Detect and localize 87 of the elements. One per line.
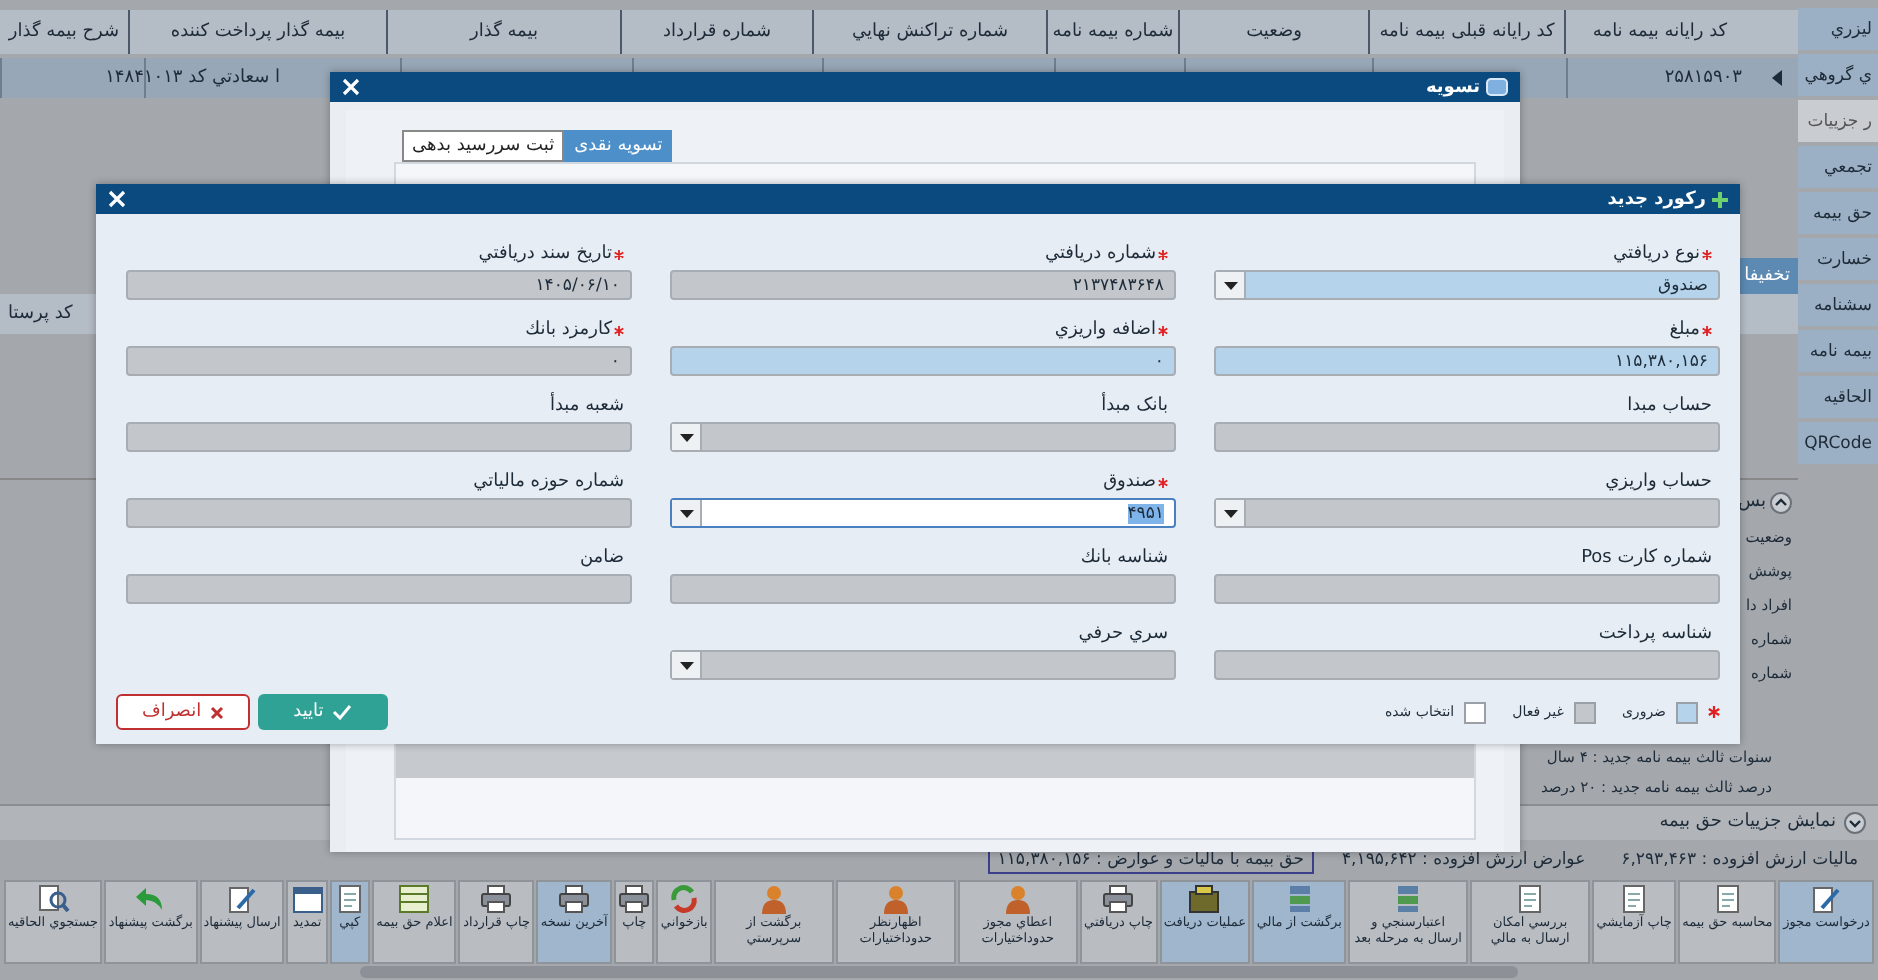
column-header[interactable]: کد پرستا bbox=[0, 294, 81, 334]
field-label: شماره کارت Pos bbox=[1581, 548, 1712, 568]
person-icon bbox=[757, 884, 790, 915]
field-label: اضافه واريزي bbox=[1054, 320, 1156, 340]
printer-icon bbox=[1102, 884, 1135, 915]
field-label: مبلغ bbox=[1669, 320, 1700, 340]
field-label: سري حرفي bbox=[1078, 624, 1168, 644]
caret-icon bbox=[679, 661, 693, 669]
sidebar-tab[interactable]: تجمعي bbox=[1798, 146, 1878, 188]
document-icon bbox=[1618, 884, 1651, 915]
sidebar-tab[interactable]: ليزري bbox=[1798, 8, 1878, 50]
field-label: نوع دريافتي bbox=[1612, 244, 1700, 264]
sidebar-tab[interactable]: ر جزييات bbox=[1798, 100, 1878, 142]
tab[interactable]: ثبت سررسيد بدهی bbox=[402, 130, 565, 162]
field-label: بانک مبدأ bbox=[1101, 396, 1168, 416]
close-icon[interactable] bbox=[108, 190, 126, 208]
printer-icon bbox=[558, 884, 591, 915]
column-header[interactable]: کد رايانه بيمه نامه bbox=[1564, 10, 1754, 54]
document-icon bbox=[1514, 884, 1547, 915]
person-icon bbox=[1001, 884, 1034, 915]
sidebar-tab[interactable]: الحاقيه bbox=[1798, 376, 1878, 418]
column-header[interactable]: وضعيت bbox=[1178, 10, 1368, 54]
cash-box-icon bbox=[1188, 884, 1221, 915]
input-field[interactable]: ۱۱۵,۳۸۰,۱۵۶ bbox=[1214, 346, 1720, 376]
close-icon[interactable] bbox=[342, 78, 360, 96]
dropdown-field[interactable]: صندوق bbox=[1214, 270, 1720, 300]
column-header[interactable]: بيمه گذار bbox=[386, 10, 620, 54]
dialog-title: تسويه bbox=[1425, 77, 1480, 97]
discount-tab[interactable]: تخفيفا bbox=[1736, 258, 1798, 294]
sidebar-tab[interactable]: QRCode bbox=[1798, 422, 1878, 464]
sidebar-tab[interactable]: ي گروهي bbox=[1798, 54, 1878, 96]
section-title: نمايش جزييات حق بيمه bbox=[1659, 812, 1836, 833]
legend-swatch bbox=[1464, 701, 1487, 723]
person-icon bbox=[879, 884, 912, 915]
column-header[interactable]: شماره بيمه نامه bbox=[1046, 10, 1178, 54]
dialog-title: رکورد جديد bbox=[1607, 189, 1706, 209]
field-label: ضامن bbox=[579, 548, 624, 568]
plus-icon bbox=[1712, 191, 1728, 207]
sidebar-tab[interactable]: سشنامه bbox=[1798, 284, 1878, 326]
total-text: عوارض ارزش افزوده : ۴,۱۹۵,۶۴۲ bbox=[1339, 848, 1588, 873]
legend-swatch bbox=[1573, 701, 1596, 723]
input-field[interactable]: ۰ bbox=[670, 346, 1176, 376]
sidebar-tab[interactable]: بيمه نامه bbox=[1798, 330, 1878, 372]
column-header[interactable]: کد رايانه قبلی بيمه نامه bbox=[1368, 10, 1564, 54]
column-header[interactable]: شماره قرارداد bbox=[620, 10, 812, 54]
required-icon bbox=[1708, 706, 1720, 718]
table-cell: ۲۵۸۱۵۹۰۳ bbox=[1566, 58, 1754, 98]
field-label: شماره حوزه مالياتي bbox=[473, 472, 624, 492]
printer-icon bbox=[618, 884, 651, 915]
field-label: حساب مبدا bbox=[1627, 396, 1712, 416]
cancel-button[interactable]: انصراف bbox=[116, 694, 250, 730]
pen-icon bbox=[226, 884, 259, 915]
column-header[interactable]: شماره تراکنش نهايي bbox=[812, 10, 1046, 54]
check-icon bbox=[331, 704, 352, 720]
row-pointer-icon bbox=[1771, 70, 1781, 86]
field-label: شماره دريافتي bbox=[1044, 244, 1156, 264]
expand-icon[interactable] bbox=[1844, 811, 1866, 834]
caret-icon bbox=[1223, 509, 1237, 517]
field-label: کارمزد بانك bbox=[525, 320, 612, 340]
collapse-icon[interactable] bbox=[1770, 491, 1792, 513]
total-text: ماليات ارزش افزوده : ۶,۲۹۳,۴۶۳ bbox=[1619, 848, 1860, 873]
sidebar-tab[interactable]: حق بيمه bbox=[1798, 192, 1878, 234]
sidebar-tab[interactable]: خسارت bbox=[1798, 238, 1878, 280]
caret-icon bbox=[1223, 281, 1237, 289]
caret-icon bbox=[679, 433, 693, 441]
column-header[interactable]: شرح بيمه گذار bbox=[0, 10, 128, 54]
field-label: شناسه پرداخت bbox=[1598, 624, 1712, 644]
field-label: تاريخ سند دريافتي bbox=[478, 244, 612, 264]
field-label: حساب واريزي bbox=[1605, 472, 1712, 492]
field-label: شناسه بانك bbox=[1080, 548, 1168, 568]
document-icon bbox=[1711, 884, 1744, 915]
dropdown-field[interactable]: ۴۹۵۱ bbox=[670, 498, 1176, 528]
field-label: صندوق bbox=[1103, 472, 1156, 492]
caret-icon bbox=[679, 509, 693, 517]
window-icon bbox=[1486, 78, 1508, 96]
field-label: شعبه مبدأ bbox=[549, 396, 624, 416]
column-header[interactable]: بيمه گذار پرداخت کننده bbox=[128, 10, 386, 54]
search-icon bbox=[37, 884, 70, 915]
legend-swatch bbox=[1676, 701, 1698, 723]
calendar-icon bbox=[291, 884, 324, 915]
document-icon bbox=[333, 884, 366, 915]
refresh-icon bbox=[668, 884, 701, 915]
sheet-icon bbox=[398, 884, 431, 915]
back-arrow-icon bbox=[134, 884, 167, 915]
printer-icon bbox=[480, 884, 513, 915]
close-icon bbox=[209, 705, 224, 719]
pen-icon bbox=[1810, 884, 1843, 915]
